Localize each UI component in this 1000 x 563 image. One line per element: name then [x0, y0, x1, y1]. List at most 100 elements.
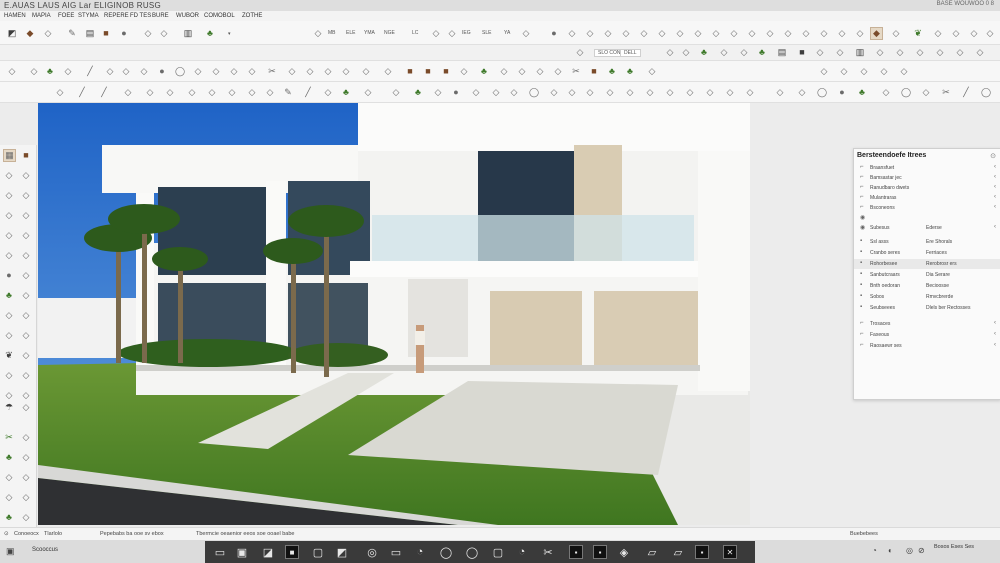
scissors-icon[interactable]: ✂	[266, 65, 278, 77]
slab-icon[interactable]: ◇	[710, 27, 722, 39]
slab-icon[interactable]: ◇	[20, 491, 32, 503]
tray-icon[interactable]: ⊘	[918, 546, 925, 555]
sphere-icon[interactable]: ●	[118, 27, 130, 39]
close-icon[interactable]: ⊙	[990, 152, 996, 160]
slab-icon[interactable]: ◇	[390, 86, 402, 98]
circle-icon[interactable]: ◯	[816, 86, 828, 98]
slab-icon[interactable]: ◇	[674, 27, 686, 39]
slab-icon[interactable]: ◇	[206, 86, 218, 98]
panel-row[interactable]: ⌐ Faxeous ‹	[854, 330, 1000, 340]
scissors-icon[interactable]: ✂	[3, 431, 15, 443]
app-icon[interactable]: ▪	[695, 545, 709, 559]
slab-icon[interactable]: ◇	[312, 27, 324, 39]
menu-item[interactable]: FOEE	[58, 13, 74, 19]
slab-icon[interactable]: ◇	[340, 65, 352, 77]
sphere-icon[interactable]: ●	[836, 86, 848, 98]
app-icon[interactable]: ■	[285, 545, 299, 559]
crate-icon[interactable]: ■	[100, 27, 112, 39]
slab-icon[interactable]: ◇	[20, 209, 32, 221]
slab-icon[interactable]: ◇	[62, 65, 74, 77]
crate-icon[interactable]: ■	[588, 65, 600, 77]
slab-icon[interactable]: ◇	[20, 451, 32, 463]
box-icon[interactable]: ◩	[6, 27, 18, 39]
slab-icon[interactable]: ◇	[968, 27, 980, 39]
plant-icon[interactable]: ♣	[44, 65, 56, 77]
scissors-icon[interactable]: ✂	[541, 545, 555, 559]
slab-icon[interactable]: ◇	[520, 27, 532, 39]
slab-icon[interactable]: ◇	[934, 46, 946, 58]
panel-row[interactable]: ▪ Cranbo seres Ferriaces	[854, 248, 1000, 258]
circle-icon[interactable]: ◯	[174, 65, 186, 77]
slab-icon[interactable]: ◇	[3, 189, 15, 201]
menu-item[interactable]: FD TES	[130, 13, 151, 19]
chevron-icon[interactable]: ‹	[994, 164, 996, 170]
tray-icon[interactable]: ◎	[906, 546, 913, 555]
slab-icon[interactable]: ◇	[286, 65, 298, 77]
sphere-icon[interactable]: ●	[3, 269, 15, 281]
slab-icon[interactable]: ◇	[20, 401, 32, 413]
brush-icon[interactable]: ✎	[66, 27, 78, 39]
slab-icon[interactable]: ◇	[692, 27, 704, 39]
sphere-icon[interactable]: ●	[450, 86, 462, 98]
wood-block-icon[interactable]: ◆	[870, 27, 883, 40]
slab-icon[interactable]: ◇	[834, 46, 846, 58]
slab-icon[interactable]: ◇	[144, 86, 156, 98]
slab-icon[interactable]: ◇	[362, 86, 374, 98]
slab-icon[interactable]: ◇	[620, 27, 632, 39]
app-icon[interactable]: ▭	[213, 545, 227, 559]
slab-icon[interactable]: ◇	[744, 86, 756, 98]
scissors-icon[interactable]: ✂	[570, 65, 582, 77]
app-icon[interactable]: ▱	[645, 545, 659, 559]
plant-icon[interactable]: ♣	[606, 65, 618, 77]
search-field[interactable]: DELL	[620, 49, 641, 57]
slab-icon[interactable]: ◇	[878, 65, 890, 77]
panel-row[interactable]: ▪ Sanbutcraars Dia Serare	[854, 270, 1000, 280]
plant-icon[interactable]: ♣	[3, 289, 15, 301]
tray-icon[interactable]: ◐	[888, 546, 893, 555]
box-icon[interactable]: ■	[796, 46, 808, 58]
panel-row[interactable]: ⌐ Mulantraras ‹	[854, 193, 1000, 203]
umbrella-icon[interactable]: ☂	[3, 401, 15, 413]
menu-item[interactable]: ZOTHE	[242, 13, 262, 19]
slab-icon[interactable]: ◇	[738, 46, 750, 58]
slab-icon[interactable]: ◇	[3, 389, 15, 401]
tray-icon[interactable]: ◔	[872, 546, 877, 555]
slab-icon[interactable]: ◇	[54, 86, 66, 98]
slab-icon[interactable]: ◇	[446, 27, 458, 39]
line-icon[interactable]: ╱	[960, 86, 972, 98]
slab-icon[interactable]: ◇	[638, 27, 650, 39]
app-icon[interactable]: ▪	[569, 545, 583, 559]
slab-icon[interactable]: ◇	[322, 65, 334, 77]
line-icon[interactable]: ╱	[98, 86, 110, 98]
slab-icon[interactable]: ◇	[680, 46, 692, 58]
slab-icon[interactable]: ◇	[932, 27, 944, 39]
slab-icon[interactable]: ◇	[430, 27, 442, 39]
slab-icon[interactable]: ◇	[836, 27, 848, 39]
slab-icon[interactable]: ◇	[874, 46, 886, 58]
chevron-icon[interactable]: ‹	[994, 331, 996, 337]
slab-icon[interactable]: ◇	[604, 86, 616, 98]
slab-icon[interactable]: ◇	[28, 65, 40, 77]
slab-icon[interactable]: ◇	[782, 27, 794, 39]
slab-icon[interactable]: ◇	[470, 86, 482, 98]
plant-icon[interactable]: ♣	[412, 86, 424, 98]
menu-item[interactable]: BURE	[152, 13, 169, 19]
slab-icon[interactable]: ◇	[764, 27, 776, 39]
slab-icon[interactable]: ◇	[246, 65, 258, 77]
plant-icon[interactable]: ♣	[3, 451, 15, 463]
panel-row[interactable]: ▪ Seubseees Dlels ber Rectosses	[854, 303, 1000, 313]
menu-item[interactable]: WUBOR	[176, 13, 199, 19]
slab-icon[interactable]: ◇	[584, 27, 596, 39]
panel-icon[interactable]: ▤	[776, 46, 788, 58]
slab-icon[interactable]: ◇	[894, 46, 906, 58]
slab-icon[interactable]: ◇	[20, 349, 32, 361]
slab-icon[interactable]: ◇	[3, 369, 15, 381]
plant-icon[interactable]: ♣	[478, 65, 490, 77]
app-icon[interactable]: ◯	[439, 545, 453, 559]
slab-icon[interactable]: ◇	[814, 46, 826, 58]
circle-icon[interactable]: ◯	[900, 86, 912, 98]
slab-icon[interactable]: ◇	[104, 65, 116, 77]
tile-icon[interactable]: ◇	[42, 27, 54, 39]
viewport-3d[interactable]	[38, 103, 750, 525]
crate-icon[interactable]: ■	[422, 65, 434, 77]
